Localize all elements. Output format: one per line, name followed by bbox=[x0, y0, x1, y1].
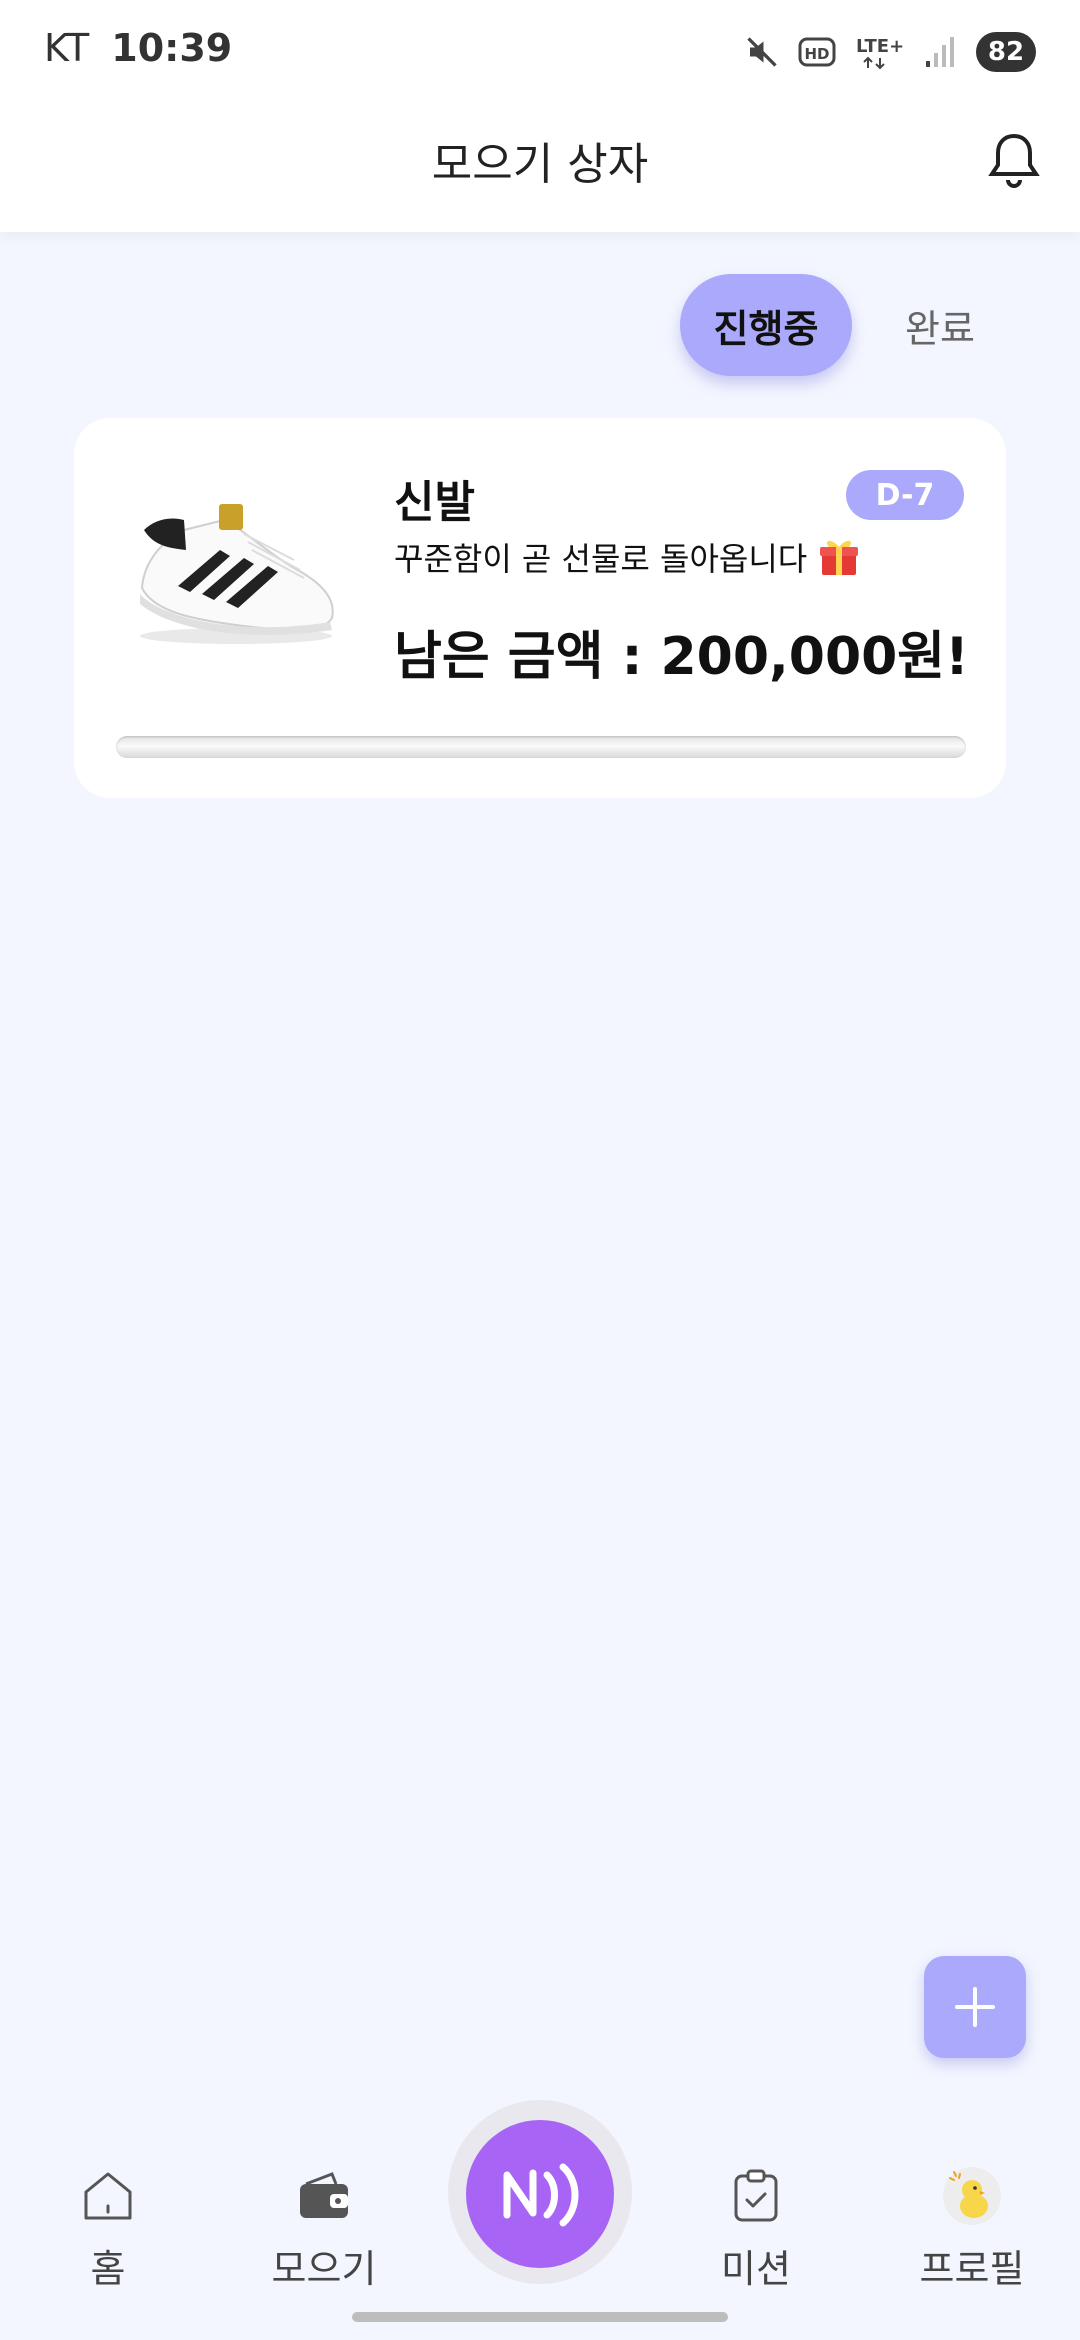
battery-indicator: 82 bbox=[976, 32, 1036, 72]
nav-item-mission[interactable]: 미션 bbox=[656, 2166, 856, 2306]
gift-icon bbox=[820, 540, 859, 575]
dday-badge: D-7 bbox=[846, 470, 964, 520]
nav-label-collect: 모으기 bbox=[271, 2247, 377, 2291]
add-goal-button[interactable] bbox=[924, 1956, 1026, 2058]
nfc-pay-button[interactable] bbox=[466, 2120, 614, 2268]
svg-text:HD: HD bbox=[804, 45, 829, 63]
status-icons: HD LTE+ 82 bbox=[744, 30, 1036, 74]
svg-text:LTE+: LTE+ bbox=[856, 36, 904, 57]
chick-avatar-icon bbox=[943, 2167, 1001, 2225]
goal-subtitle-row: 꾸준함이 곧 선물로 돌아옵니다 bbox=[394, 534, 861, 580]
tab-in-progress[interactable]: 진행중 bbox=[680, 274, 852, 376]
clock: 10:39 bbox=[111, 26, 233, 70]
status-bar: KT 10:39 HD LTE+ 82 bbox=[0, 0, 1080, 100]
mute-icon bbox=[747, 37, 777, 67]
lte-icon: LTE+ bbox=[856, 36, 904, 70]
plus-icon bbox=[955, 1987, 995, 2027]
status-left: KT 10:39 bbox=[44, 26, 232, 70]
carrier-label: KT bbox=[44, 26, 90, 70]
signal-icon bbox=[926, 37, 954, 67]
remaining-amount: 남은 금액 : 200,000원! bbox=[394, 627, 969, 687]
goal-title: 신발 bbox=[394, 477, 475, 528]
wallet-icon bbox=[300, 2172, 348, 2218]
app-header: 모으기 상자 bbox=[0, 100, 1080, 232]
nav-item-home[interactable]: 홈 bbox=[8, 2166, 208, 2306]
nav-item-collect[interactable]: 모으기 bbox=[224, 2166, 424, 2306]
nav-label-profile: 프로필 bbox=[919, 2247, 1025, 2291]
nav-item-profile[interactable]: 프로필 bbox=[872, 2166, 1072, 2306]
nfc-pay-icon bbox=[503, 2163, 579, 2227]
page-title: 모으기 상자 bbox=[431, 139, 649, 190]
progress-bar bbox=[116, 736, 966, 758]
goal-card[interactable]: 신발 D-7 꾸준함이 곧 선물로 돌아옵니다 남은 금액 : 200,000원… bbox=[74, 418, 1006, 798]
hd-icon: HD bbox=[798, 37, 836, 67]
tab-completed[interactable]: 완료 bbox=[880, 274, 1000, 376]
clipboard-icon bbox=[734, 2169, 778, 2222]
nav-label-mission: 미션 bbox=[721, 2247, 791, 2291]
home-icon bbox=[84, 2172, 132, 2220]
bell-icon[interactable] bbox=[986, 130, 1042, 190]
nav-label-home: 홈 bbox=[90, 2247, 126, 2291]
goal-subtitle: 꾸준함이 곧 선물로 돌아옵니다 bbox=[394, 540, 808, 578]
home-indicator bbox=[352, 2312, 728, 2322]
sneaker-image bbox=[140, 504, 334, 644]
